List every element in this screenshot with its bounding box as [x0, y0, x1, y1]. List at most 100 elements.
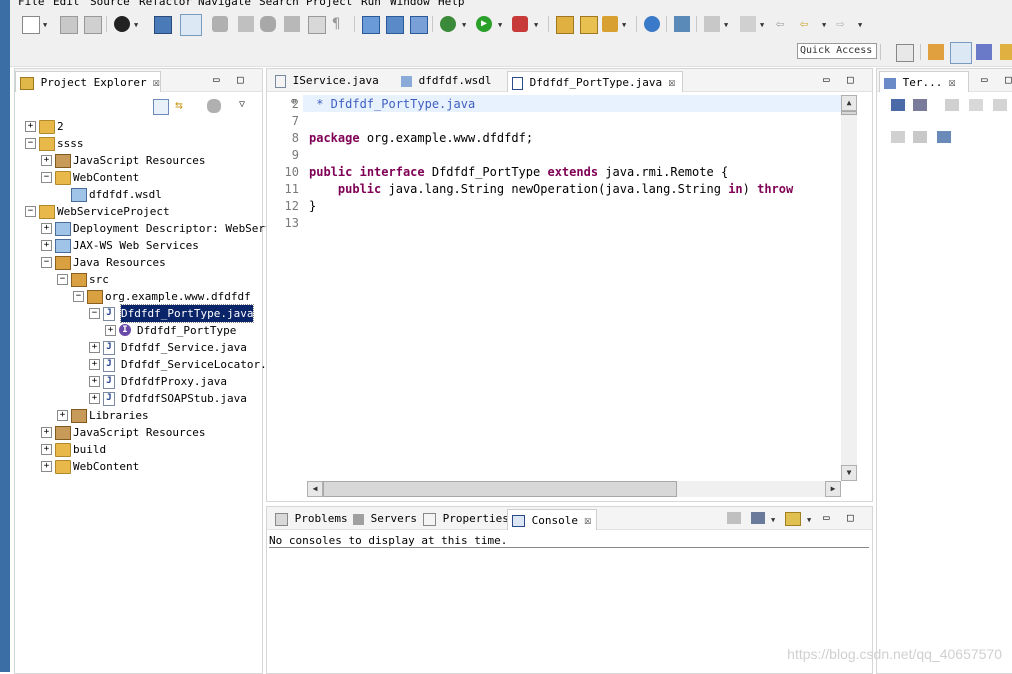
pilcrow-icon[interactable]: ¶	[332, 16, 348, 32]
tree-item[interactable]: + J Dfdfdf_ServiceLocator.j	[15, 356, 273, 373]
menu-run[interactable]: Run	[361, 0, 381, 8]
run-icon[interactable]: ▶	[476, 16, 492, 32]
tree-item[interactable]: + J Dfdfdf_Service.java	[15, 339, 260, 356]
connect-icon[interactable]	[913, 99, 927, 111]
menu-edit[interactable]: Edit	[53, 0, 80, 8]
run-external-icon[interactable]	[512, 16, 528, 32]
expand-icon[interactable]: +	[57, 410, 68, 421]
code-line[interactable]: public java.lang.String newOperation(jav…	[309, 182, 793, 196]
expand-icon[interactable]: +	[25, 121, 36, 132]
pen-icon[interactable]	[238, 16, 254, 32]
collapse-icon[interactable]: −	[41, 257, 52, 268]
delete-icon[interactable]	[913, 131, 927, 143]
open-terminal-icon[interactable]	[891, 99, 905, 111]
expand-icon[interactable]: +	[89, 393, 100, 404]
chevron-down-icon[interactable]: ▼	[498, 21, 502, 29]
tab-dfdfdf-porttype-java[interactable]: Dfdfdf_PortType.java ☒	[507, 71, 683, 92]
maximize-icon[interactable]: □	[1005, 73, 1012, 86]
expand-icon[interactable]: +	[89, 359, 100, 370]
clear-icon[interactable]	[891, 131, 905, 143]
tree-item[interactable]: − ssss	[15, 135, 260, 152]
open-console-icon[interactable]	[785, 512, 801, 526]
code-line[interactable]: public interface Dfdfdf_PortType extends…	[309, 165, 728, 179]
chevron-down-icon[interactable]: ▼	[462, 21, 466, 29]
collapse-icon[interactable]: −	[73, 291, 84, 302]
minimize-icon[interactable]: ▭	[823, 73, 830, 86]
open-type-icon[interactable]	[556, 16, 574, 34]
maximize-icon[interactable]: □	[847, 73, 854, 86]
menu-search[interactable]: Search	[259, 0, 299, 8]
expand-icon[interactable]: +	[41, 444, 52, 455]
collapse-all-icon[interactable]	[153, 99, 169, 115]
close-icon[interactable]: ☒	[584, 513, 591, 527]
tree-item[interactable]: + Libraries	[15, 407, 260, 424]
chevron-down-icon[interactable]: ▼	[724, 21, 728, 29]
save-icon[interactable]	[60, 16, 78, 34]
menu-refactor[interactable]: Refactor	[139, 0, 192, 8]
collapse-icon[interactable]: −	[25, 138, 36, 149]
editor-horizontal-scrollbar[interactable]: ◀ ▶	[307, 481, 841, 497]
open-perspective-icon[interactable]	[896, 44, 914, 62]
chevron-down-icon[interactable]: ▼	[858, 21, 862, 29]
code-line[interactable]: * Dfdfdf_PortType.java	[309, 97, 475, 111]
tree-item[interactable]: − org.example.www.dfdfdf	[15, 288, 260, 305]
new-wizard-icon[interactable]	[410, 16, 428, 34]
scroll-up-icon[interactable]: ▲	[841, 95, 857, 111]
search-flashlight-icon[interactable]	[602, 16, 618, 32]
tree-item[interactable]: dfdfdf.wsdl	[15, 186, 260, 203]
editor-vertical-scrollbar[interactable]: ▲ ▼	[841, 95, 857, 481]
close-icon[interactable]: ☒	[668, 75, 675, 89]
tab-servers[interactable]: Servers	[349, 509, 419, 529]
link-with-editor-icon[interactable]: ⇆	[175, 99, 191, 113]
minimize-icon[interactable]: ▭	[823, 511, 830, 524]
tree-item[interactable]: + build	[15, 441, 260, 458]
minimize-icon[interactable]: ▭	[213, 73, 220, 86]
chevron-down-icon[interactable]: ▼	[134, 21, 138, 29]
tree-item[interactable]: + JavaScript Resources	[15, 424, 260, 441]
expand-icon[interactable]: +	[41, 155, 52, 166]
minimize-icon[interactable]: ▭	[981, 73, 988, 86]
tree-item[interactable]: − WebServiceProject	[15, 203, 260, 220]
tree-item[interactable]: + JAX-WS Web Services	[15, 237, 260, 254]
scroll-thumb[interactable]	[841, 111, 857, 115]
java-ee-perspective-icon[interactable]	[928, 44, 944, 60]
filter-icon[interactable]	[207, 99, 221, 113]
chevron-down-icon[interactable]: ▼	[822, 21, 826, 29]
settings-icon[interactable]	[937, 131, 951, 143]
pin-console-icon[interactable]	[727, 512, 741, 524]
debug-perspective-icon[interactable]	[950, 42, 972, 64]
chevron-down-icon[interactable]: ▼	[807, 516, 811, 524]
menu-project[interactable]: Project	[306, 0, 352, 8]
new-java-class-icon[interactable]	[386, 16, 404, 34]
collapse-icon[interactable]: −	[89, 308, 100, 319]
tree-item[interactable]: + WebContent	[15, 458, 260, 475]
tab-properties[interactable]: Properties	[419, 509, 509, 529]
new-server-icon[interactable]	[362, 16, 380, 34]
tree-item[interactable]: − Java Resources	[15, 254, 260, 271]
code-line[interactable]: }	[309, 199, 316, 213]
menu-help[interactable]: Help	[438, 0, 465, 8]
menu-file[interactable]: File	[18, 0, 45, 8]
chevron-down-icon[interactable]: ▼	[622, 21, 626, 29]
java-perspective-icon[interactable]	[976, 44, 992, 60]
menu-navigate[interactable]: Navigate	[198, 0, 251, 8]
menu-source[interactable]: Source	[90, 0, 130, 8]
close-icon[interactable]: ☒	[153, 75, 160, 89]
tree-item[interactable]: − src	[15, 271, 260, 288]
tab-project-explorer[interactable]: Project Explorer ☒	[15, 71, 161, 92]
expand-icon[interactable]: +	[105, 325, 116, 336]
back-arrow-icon[interactable]: ⇦	[800, 16, 816, 32]
expand-icon[interactable]: +	[89, 342, 100, 353]
debug-icon[interactable]	[440, 16, 456, 32]
tree-item[interactable]: + J DfdfdfSOAPStub.java	[15, 390, 260, 407]
next-annotation-icon[interactable]	[284, 16, 300, 32]
tree-item[interactable]: + Deployment Descriptor: WebServi	[15, 220, 278, 237]
tree-item[interactable]: + JavaScript Resources	[15, 152, 260, 169]
expand-icon[interactable]: +	[41, 223, 52, 234]
collapse-icon[interactable]: −	[25, 206, 36, 217]
prev-edit-icon[interactable]	[740, 16, 756, 32]
chevron-down-icon[interactable]: ▼	[760, 21, 764, 29]
chevron-down-icon[interactable]: ▼	[534, 21, 538, 29]
next-edit-icon[interactable]	[704, 16, 720, 32]
scroll-thumb[interactable]	[323, 481, 677, 497]
